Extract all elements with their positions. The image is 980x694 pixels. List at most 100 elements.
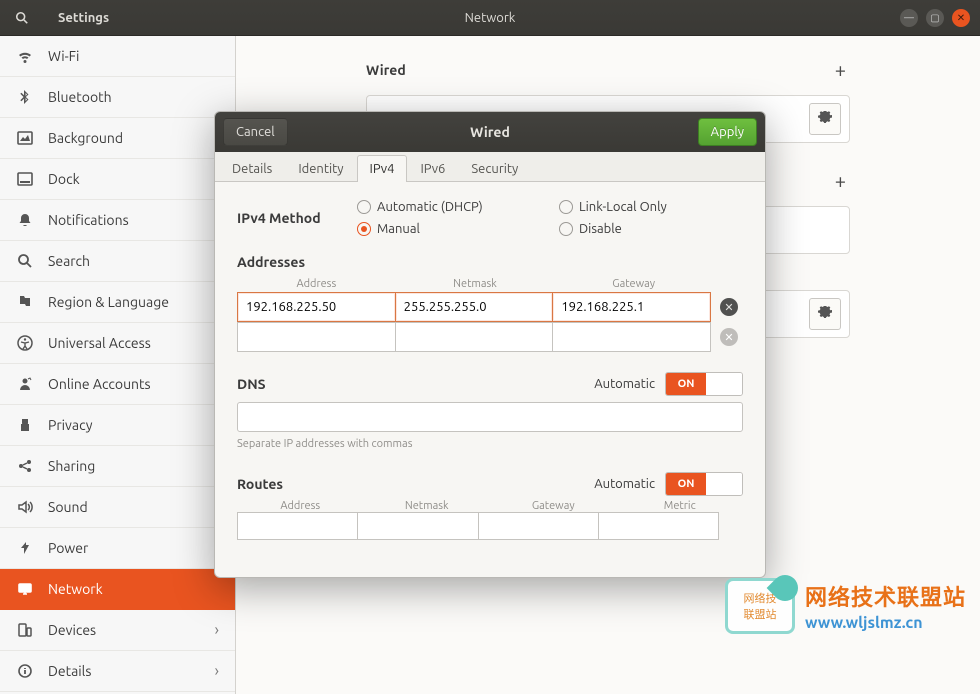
- tab-security[interactable]: Security: [458, 155, 531, 182]
- addresses-table: Address Netmask Gateway ✕ ✕: [237, 276, 743, 352]
- ipv4-method-automatic-dhcp-[interactable]: Automatic (DHCP): [357, 200, 541, 214]
- sidebar-item-details[interactable]: Details›: [0, 651, 235, 692]
- wifi-icon: [16, 47, 34, 65]
- route-metric-input[interactable]: [599, 512, 719, 540]
- sidebar-item-label: Devices: [48, 622, 96, 638]
- address-row: ✕: [237, 322, 743, 352]
- online-icon: [16, 375, 34, 393]
- region-icon: [16, 293, 34, 311]
- titlebar-search-button[interactable]: [0, 0, 44, 36]
- radio-icon: [357, 200, 371, 214]
- routes-header: Address Netmask Gateway Metric: [237, 500, 743, 512]
- settings-title: Settings: [44, 11, 123, 25]
- sidebar-item-label: Region & Language: [48, 294, 169, 310]
- add-connection-button-2[interactable]: +: [831, 167, 850, 194]
- dialog-body: IPv4 Method Automatic (DHCP) Link-Local O…: [215, 182, 765, 577]
- remove-address-button[interactable]: ✕: [715, 323, 743, 351]
- sidebar-item-wifi[interactable]: Wi-Fi: [0, 36, 235, 77]
- route-netmask-input[interactable]: [358, 512, 478, 540]
- netmask-input[interactable]: [396, 292, 554, 322]
- add-connection-button[interactable]: +: [831, 56, 850, 83]
- sidebar-item-sound[interactable]: Sound: [0, 487, 235, 528]
- radio-icon: [357, 222, 371, 236]
- background-icon: [16, 129, 34, 147]
- sharing-icon: [16, 457, 34, 475]
- sidebar-item-devices[interactable]: Devices ›: [0, 610, 235, 651]
- col-gateway: Gateway: [554, 276, 713, 292]
- sidebar-item-dock[interactable]: Dock: [0, 159, 235, 200]
- routes-input-row: [237, 512, 743, 540]
- sidebar-item-power[interactable]: Power: [0, 528, 235, 569]
- sidebar-item-privacy[interactable]: Privacy: [0, 405, 235, 446]
- gateway-input[interactable]: [553, 292, 711, 322]
- remove-address-button[interactable]: ✕: [715, 293, 743, 321]
- dialog-titlebar: Cancel Wired Apply: [215, 112, 765, 152]
- dns-hint: Separate IP addresses with commas: [237, 438, 743, 450]
- sidebar-item-region[interactable]: Region & Language: [0, 282, 235, 323]
- apply-button[interactable]: Apply: [698, 118, 757, 146]
- privacy-icon: [16, 416, 34, 434]
- sidebar-item-label: Sharing: [48, 458, 95, 474]
- notifications-icon: [16, 211, 34, 229]
- tab-ipv6[interactable]: IPv6: [407, 155, 458, 182]
- ipv4-method-disable[interactable]: Disable: [559, 222, 743, 236]
- tab-details[interactable]: Details: [219, 155, 285, 182]
- addresses-header: Address Netmask Gateway: [237, 276, 743, 292]
- tab-ipv4[interactable]: IPv4: [357, 155, 408, 182]
- sidebar-item-notifications[interactable]: Notifications: [0, 200, 235, 241]
- sidebar-item-background[interactable]: Background: [0, 118, 235, 159]
- sidebar: Wi-FiBluetooth Background Dock Notification…: [0, 36, 236, 694]
- addresses-label: Addresses: [237, 254, 743, 270]
- col-address: Address: [237, 276, 396, 292]
- ipv4-method-row: IPv4 Method Automatic (DHCP) Link-Local O…: [237, 200, 743, 236]
- ipv4-method-link-local-only[interactable]: Link-Local Only: [559, 200, 743, 214]
- connection-dialog: Cancel Wired Apply DetailsIdentityIPv4IP…: [214, 111, 766, 578]
- sidebar-item-label: Sound: [48, 499, 88, 515]
- close-icon: ✕: [720, 328, 738, 346]
- tab-identity[interactable]: Identity: [285, 155, 356, 182]
- sidebar-item-network[interactable]: Network: [0, 569, 235, 610]
- sidebar-item-sharing[interactable]: Sharing: [0, 446, 235, 487]
- sidebar-item-bluetooth[interactable]: Bluetooth: [0, 77, 235, 118]
- sidebar-item-label: Network: [48, 581, 103, 597]
- chevron-right-icon: ›: [215, 621, 220, 639]
- wired-settings-button[interactable]: [809, 103, 841, 135]
- details-icon: [16, 662, 34, 680]
- maximize-button[interactable]: ▢: [926, 9, 944, 27]
- titlebar: Settings Network — ▢ ✕: [0, 0, 980, 36]
- chevron-right-icon: ›: [215, 662, 220, 680]
- radio-icon: [559, 222, 573, 236]
- minimize-button[interactable]: —: [900, 9, 918, 27]
- sidebar-item-label: Background: [48, 130, 123, 146]
- window-controls: — ▢ ✕: [900, 9, 980, 27]
- radio-icon: [559, 200, 573, 214]
- ipv4-method-options: Automatic (DHCP) Link-Local Only Manual Dis…: [357, 200, 743, 236]
- address-input[interactable]: [237, 322, 396, 352]
- routes-automatic-switch[interactable]: ON: [665, 472, 743, 496]
- dns-automatic-label: Automatic: [594, 377, 655, 391]
- dns-input[interactable]: [237, 402, 743, 432]
- window-title: Network: [0, 11, 980, 25]
- sidebar-item-label: Online Accounts: [48, 376, 151, 392]
- dock-icon: [16, 170, 34, 188]
- close-button[interactable]: ✕: [952, 9, 970, 27]
- dns-automatic-switch[interactable]: ON: [665, 372, 743, 396]
- dns-label: DNS: [237, 376, 266, 392]
- ipv4-method-manual[interactable]: Manual: [357, 222, 541, 236]
- sidebar-item-search[interactable]: Search: [0, 241, 235, 282]
- settings-button-2[interactable]: [809, 298, 841, 330]
- gateway-input[interactable]: [553, 322, 711, 352]
- cancel-button[interactable]: Cancel: [223, 118, 288, 146]
- ipv4-method-label: IPv4 Method: [237, 210, 357, 226]
- address-input[interactable]: [237, 292, 396, 322]
- sidebar-item-label: Privacy: [48, 417, 92, 433]
- section-title: Wired: [366, 62, 406, 78]
- netmask-input[interactable]: [396, 322, 554, 352]
- sidebar-item-label: Notifications: [48, 212, 129, 228]
- routes-label: Routes: [237, 476, 283, 492]
- route-gateway-input[interactable]: [479, 512, 599, 540]
- route-address-input[interactable]: [237, 512, 358, 540]
- universal-icon: [16, 334, 34, 352]
- sidebar-item-online[interactable]: Online Accounts: [0, 364, 235, 405]
- sidebar-item-universal[interactable]: Universal Access: [0, 323, 235, 364]
